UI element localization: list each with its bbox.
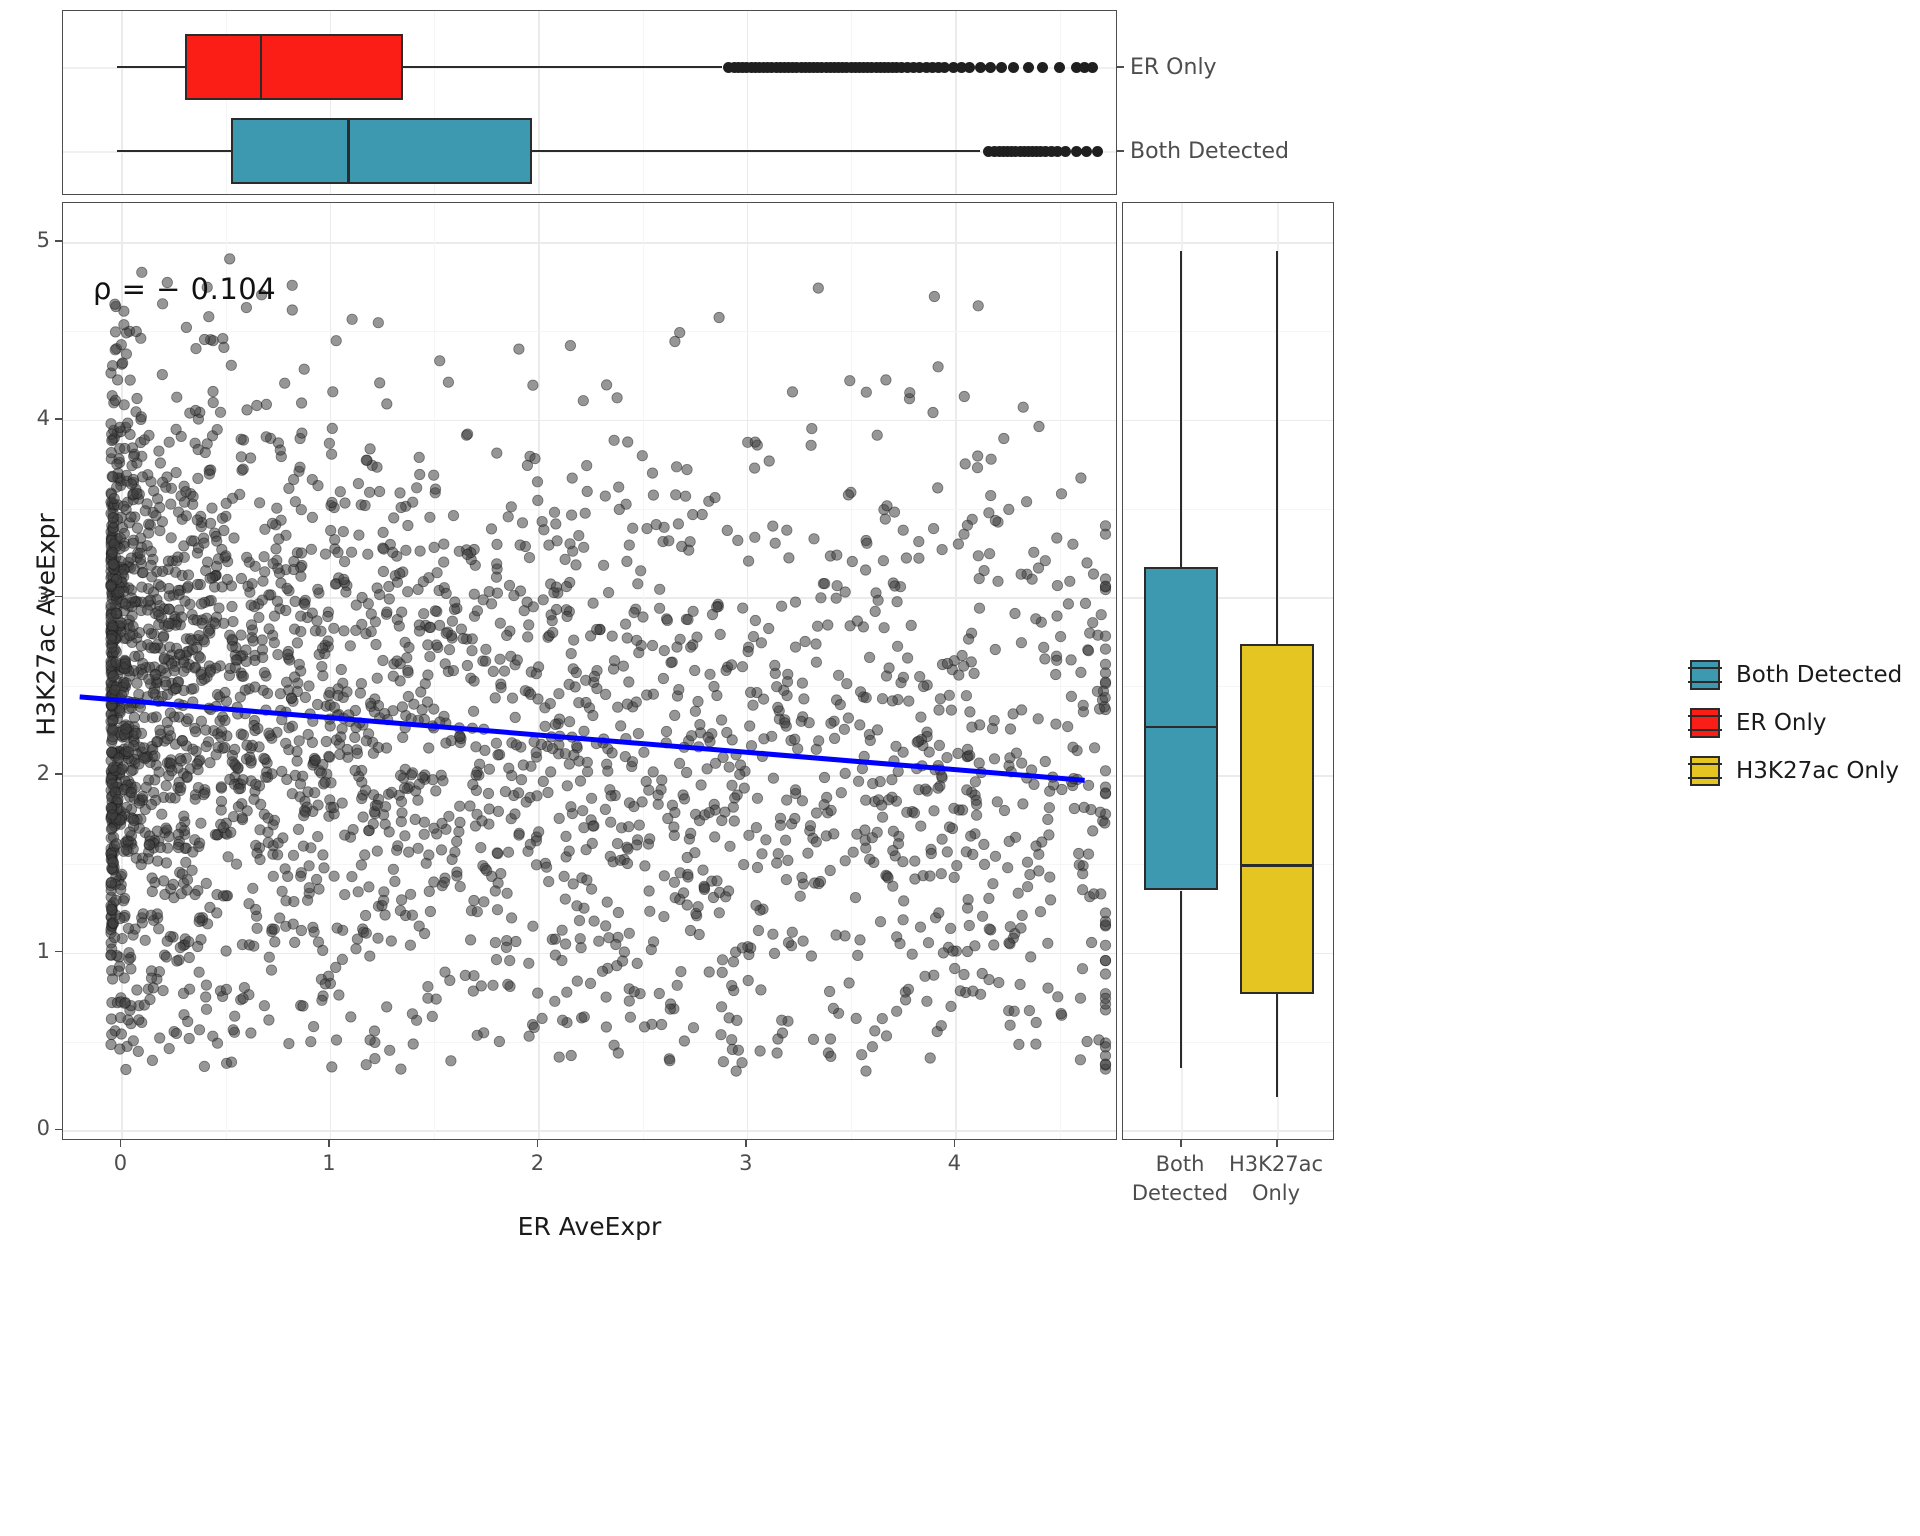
gridline-horizontal [1123,1130,1333,1132]
top-strip-label-both-detected: Both Detected [1130,139,1289,164]
y-axis-tick [55,1128,62,1131]
y-axis-tick-label: 5 [36,228,50,253]
boxplot-whisker-lower [117,150,231,153]
y-axis-tick [55,240,62,242]
boxplot-whisker-lower [1180,890,1183,1069]
right-axis-label-h3k27ac-line1: H3K27ac [1228,1152,1324,1176]
boxplot-outlier [1060,145,1072,157]
spearman-rho-annotation: ρ = − 0.104 [93,272,277,306]
x-axis-tick [745,1140,747,1147]
boxplot-outlier [1022,61,1034,73]
right-axis-tick-h3k27ac-only [1276,1140,1278,1147]
x-axis-tick [119,1140,122,1147]
x-axis-title: ER AveExpr [517,1212,662,1241]
right-axis-label-both-line1: Both [1155,1152,1205,1176]
legend-item-both-detected[interactable]: Both Detected [1688,655,1920,695]
y-axis-tick-label: 4 [36,405,50,430]
main-scatter-panel [62,202,1117,1140]
legend-item-label: Both Detected [1736,662,1903,688]
boxplot-outlier [1054,61,1066,73]
top-strip-label-er-only: ER Only [1130,55,1217,80]
right-marginal-boxplot-panel [1122,202,1334,1140]
boxplot-median [259,34,263,100]
boxplot-outlier [1091,145,1103,157]
figure-root: ER Only Both Detected ρ = − 0.104 0 1 2 3 4 5… [0,0,1920,1536]
gridline-vertical-minor [642,11,644,194]
legend-item-h3k27ac-only[interactable]: H3K27ac Only [1688,751,1920,791]
boxplot-whisker-upper [1180,250,1183,568]
boxplot-box [1144,567,1218,891]
boxplot-outlier [1008,61,1020,73]
right-axis-label-both-line2: Detected [1131,1181,1229,1205]
y-axis-tick-label: 2 [36,761,50,786]
boxplot-whisker-upper [402,66,722,69]
gridline-horizontal-minor [1123,330,1333,333]
boxplot-outlier [985,61,997,73]
legend-item-er-only[interactable]: ER Only [1688,703,1920,743]
x-axis-tick [328,1140,330,1147]
gridline-horizontal [1123,419,1333,422]
legend-item-label: ER Only [1736,710,1827,736]
legend-key-swatch [1688,708,1722,738]
boxplot-outlier [1037,61,1049,73]
regression-line-layer [79,694,1085,783]
gridline-vertical [121,11,123,194]
top-strip-tick-both-detected [1117,150,1124,152]
x-axis-tick [953,1140,956,1147]
y-axis-tick [55,417,62,420]
boxplot-whisker-lower [1276,993,1279,1097]
top-marginal-boxplot-panel [62,10,1117,195]
x-axis-tick-label: 2 [530,1151,545,1175]
gridline-vertical-minor [1059,11,1061,194]
x-axis-tick-label: 0 [113,1151,128,1175]
right-axis-label-h3k27ac-line2: Only [1251,1181,1301,1205]
boxplot-outlier [995,61,1007,73]
y-axis-title: H3K27ac AveExpr [31,513,61,736]
boxplot-box [230,118,533,184]
gridline-vertical [746,11,749,194]
y-axis-tick-label: 1 [36,938,50,963]
boxplot-outlier [974,61,986,73]
boxplot-outlier [1081,145,1093,157]
gridline-horizontal-minor [1123,1041,1333,1043]
y-axis-tick [55,773,62,775]
boxplot-box [1240,643,1314,994]
legend-key-swatch [1688,756,1722,786]
legend: Both Detected ER Only H3K27ac Only [1688,655,1920,799]
boxplot-outlier [964,61,976,73]
boxplot-outlier [1087,61,1099,73]
gridline-vertical-minor [851,11,853,194]
boxplot-whisker-lower [117,66,185,69]
x-axis-tick-label: 3 [739,1151,753,1175]
gridline-horizontal [1123,242,1333,244]
y-axis-tick-label: 0 [36,1116,50,1141]
boxplot-whisker-upper [532,150,981,153]
boxplot-median [1240,864,1314,868]
boxplot-outlier [1070,145,1082,157]
y-axis-tick [55,950,62,953]
gridline-vertical [955,11,957,194]
legend-item-label: H3K27ac Only [1736,758,1900,784]
right-axis-tick-both-detected [1180,1140,1182,1147]
boxplot-median [347,118,350,184]
x-axis-tick [536,1140,539,1147]
boxplot-whisker-upper [1276,250,1279,644]
gridline-horizontal-minor [1123,508,1333,510]
x-axis-tick-label: 4 [947,1151,962,1175]
top-strip-tick-er-only [1117,66,1124,68]
boxplot-median [1144,725,1218,729]
x-axis-tick-label: 1 [322,1151,336,1175]
boxplot-box [184,34,403,100]
gridline-vertical [538,11,540,194]
legend-key-swatch [1688,660,1722,690]
